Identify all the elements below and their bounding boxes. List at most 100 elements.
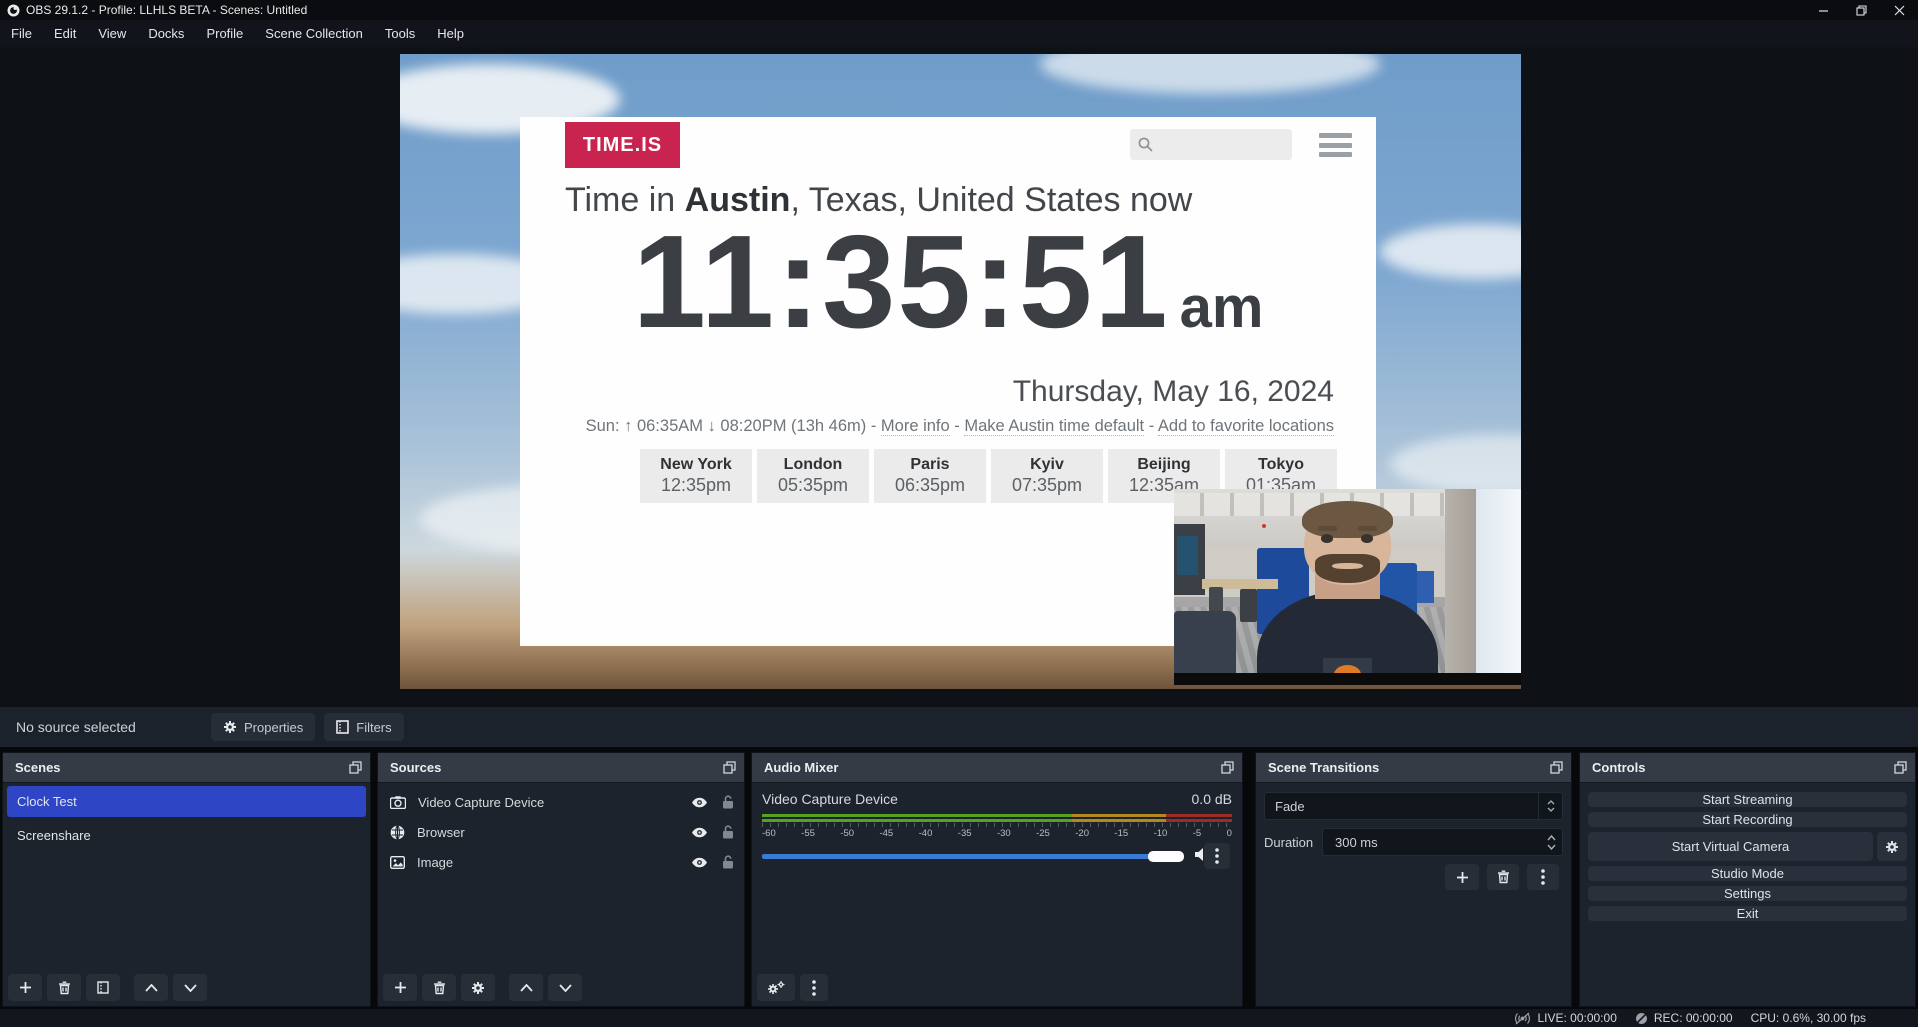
meter-tick-marks: [762, 823, 1232, 827]
program-canvas[interactable]: TIME.IS Time in Austin, Texas, United St…: [400, 54, 1521, 689]
studio-mode-button[interactable]: Studio Mode: [1588, 866, 1907, 881]
minimize-button[interactable]: [1804, 0, 1842, 20]
person-hair: [1302, 501, 1392, 538]
popout-icon[interactable]: [1894, 761, 1907, 774]
menu-view[interactable]: View: [87, 20, 137, 47]
cloud-shape: [1040, 54, 1380, 94]
visibility-eye-icon[interactable]: [691, 827, 708, 838]
city-box-kyiv[interactable]: Kyiv07:35pm: [991, 449, 1103, 503]
advanced-audio-button[interactable]: [757, 974, 795, 1001]
menu-profile[interactable]: Profile: [195, 20, 254, 47]
popout-icon[interactable]: [1221, 761, 1234, 774]
scene-down-button[interactable]: [173, 974, 207, 1001]
remove-scene-button[interactable]: [47, 974, 81, 1001]
virtual-camera-config-button[interactable]: [1877, 832, 1907, 861]
globe-icon: [390, 825, 405, 840]
lock-icon[interactable]: [722, 825, 734, 839]
lock-icon[interactable]: [722, 855, 734, 869]
lock-icon[interactable]: [722, 795, 734, 809]
preview-area: TIME.IS Time in Austin, Texas, United St…: [0, 47, 1918, 707]
popout-icon[interactable]: [723, 761, 736, 774]
gear-icon: [223, 720, 237, 734]
transition-select[interactable]: Fade: [1264, 792, 1563, 820]
scene-item-clock-test[interactable]: Clock Test: [7, 786, 366, 817]
hamburger-menu-icon[interactable]: [1319, 133, 1352, 157]
volume-slider-track[interactable]: [762, 854, 1182, 859]
city-box-newyork[interactable]: New York12:35pm: [640, 449, 752, 503]
menu-edit[interactable]: Edit: [43, 20, 87, 47]
webcam-video-source: [1174, 489, 1521, 685]
menu-help[interactable]: Help: [426, 20, 475, 47]
mixer-level-db: 0.0 dB: [1192, 791, 1232, 807]
mixer-menu-button[interactable]: [800, 974, 828, 1001]
scene-transitions-dock: Scene Transitions Fade Duration 300 ms: [1255, 752, 1572, 1007]
menu-tools[interactable]: Tools: [374, 20, 426, 47]
more-info-link[interactable]: More info: [881, 417, 950, 436]
transition-menu-button[interactable]: [1527, 864, 1559, 890]
transitions-header: Scene Transitions: [1256, 753, 1571, 783]
add-source-button[interactable]: [383, 974, 417, 1001]
cloud-shape: [1390, 434, 1521, 494]
mixer-channel-name: Video Capture Device: [762, 791, 898, 807]
add-favorite-link[interactable]: Add to favorite locations: [1158, 417, 1334, 436]
make-default-link[interactable]: Make Austin time default: [964, 417, 1144, 436]
spinner-arrows-icon[interactable]: [1547, 829, 1556, 855]
scenes-dock: Scenes Clock Test Screenshare: [2, 752, 371, 1007]
source-row-browser[interactable]: Browser: [378, 817, 744, 847]
sources-dock-header: Sources: [378, 753, 744, 783]
scenes-toolbar: [8, 974, 207, 1001]
settings-button[interactable]: Settings: [1588, 886, 1907, 901]
source-down-button[interactable]: [548, 974, 582, 1001]
sources-dock: Sources Video Capture Device Browser Ima…: [377, 752, 745, 1007]
city-box-paris[interactable]: Paris06:35pm: [874, 449, 986, 503]
remove-transition-button[interactable]: [1487, 864, 1519, 890]
scene-filters-button[interactable]: [86, 974, 120, 1001]
cloud-shape: [1380, 224, 1521, 279]
source-up-button[interactable]: [509, 974, 543, 1001]
sources-toolbar: [383, 974, 582, 1001]
timeis-logo[interactable]: TIME.IS: [565, 122, 680, 168]
audio-mixer-dock: Audio Mixer Video Capture Device 0.0 dB …: [751, 752, 1243, 1007]
popout-icon[interactable]: [349, 761, 362, 774]
menu-scene-collection[interactable]: Scene Collection: [254, 20, 374, 47]
source-row-image[interactable]: Image: [378, 847, 744, 877]
obs-logo-icon: [7, 4, 20, 17]
menu-file[interactable]: File: [0, 20, 43, 47]
duration-label: Duration: [1264, 835, 1322, 850]
menu-docks[interactable]: Docks: [137, 20, 195, 47]
start-recording-button[interactable]: Start Recording: [1588, 812, 1907, 827]
restore-button[interactable]: [1842, 0, 1880, 20]
scene-up-button[interactable]: [134, 974, 168, 1001]
city-box-london[interactable]: London05:35pm: [757, 449, 869, 503]
duration-spinbox[interactable]: 300 ms: [1322, 828, 1563, 856]
start-virtual-camera-button[interactable]: Start Virtual Camera: [1588, 832, 1873, 861]
live-time: LIVE: 00:00:00: [1537, 1011, 1616, 1025]
gear-icon: [471, 981, 485, 995]
dock-area: Scenes Clock Test Screenshare Sources: [0, 747, 1918, 1009]
controls-header: Controls: [1580, 753, 1915, 783]
exit-button[interactable]: Exit: [1588, 906, 1907, 921]
rec-time: REC: 00:00:00: [1654, 1011, 1733, 1025]
stream-inactive-icon: [1514, 1012, 1531, 1025]
remove-source-button[interactable]: [422, 974, 456, 1001]
popout-icon[interactable]: [1550, 761, 1563, 774]
timeis-search-input[interactable]: [1130, 129, 1292, 160]
close-button[interactable]: [1880, 0, 1918, 20]
filters-button[interactable]: Filters: [324, 713, 403, 741]
current-date: Thursday, May 16, 2024: [1013, 375, 1334, 409]
search-icon: [1137, 136, 1154, 153]
mixer-channel-menu-button[interactable]: [1204, 843, 1230, 869]
add-transition-button[interactable]: [1445, 864, 1479, 890]
visibility-eye-icon[interactable]: [691, 857, 708, 868]
source-properties-button[interactable]: [461, 974, 495, 1001]
properties-button[interactable]: Properties: [211, 713, 315, 741]
start-streaming-button[interactable]: Start Streaming: [1588, 792, 1907, 807]
add-scene-button[interactable]: [8, 974, 42, 1001]
time-digits: 11:35:51: [633, 209, 1170, 354]
image-icon: [390, 856, 405, 869]
source-row-video-capture[interactable]: Video Capture Device: [378, 787, 744, 817]
visibility-eye-icon[interactable]: [691, 797, 708, 808]
audio-mixer-header: Audio Mixer: [752, 753, 1242, 783]
scene-item-screenshare[interactable]: Screenshare: [7, 820, 366, 851]
volume-slider-handle[interactable]: [1148, 851, 1184, 862]
